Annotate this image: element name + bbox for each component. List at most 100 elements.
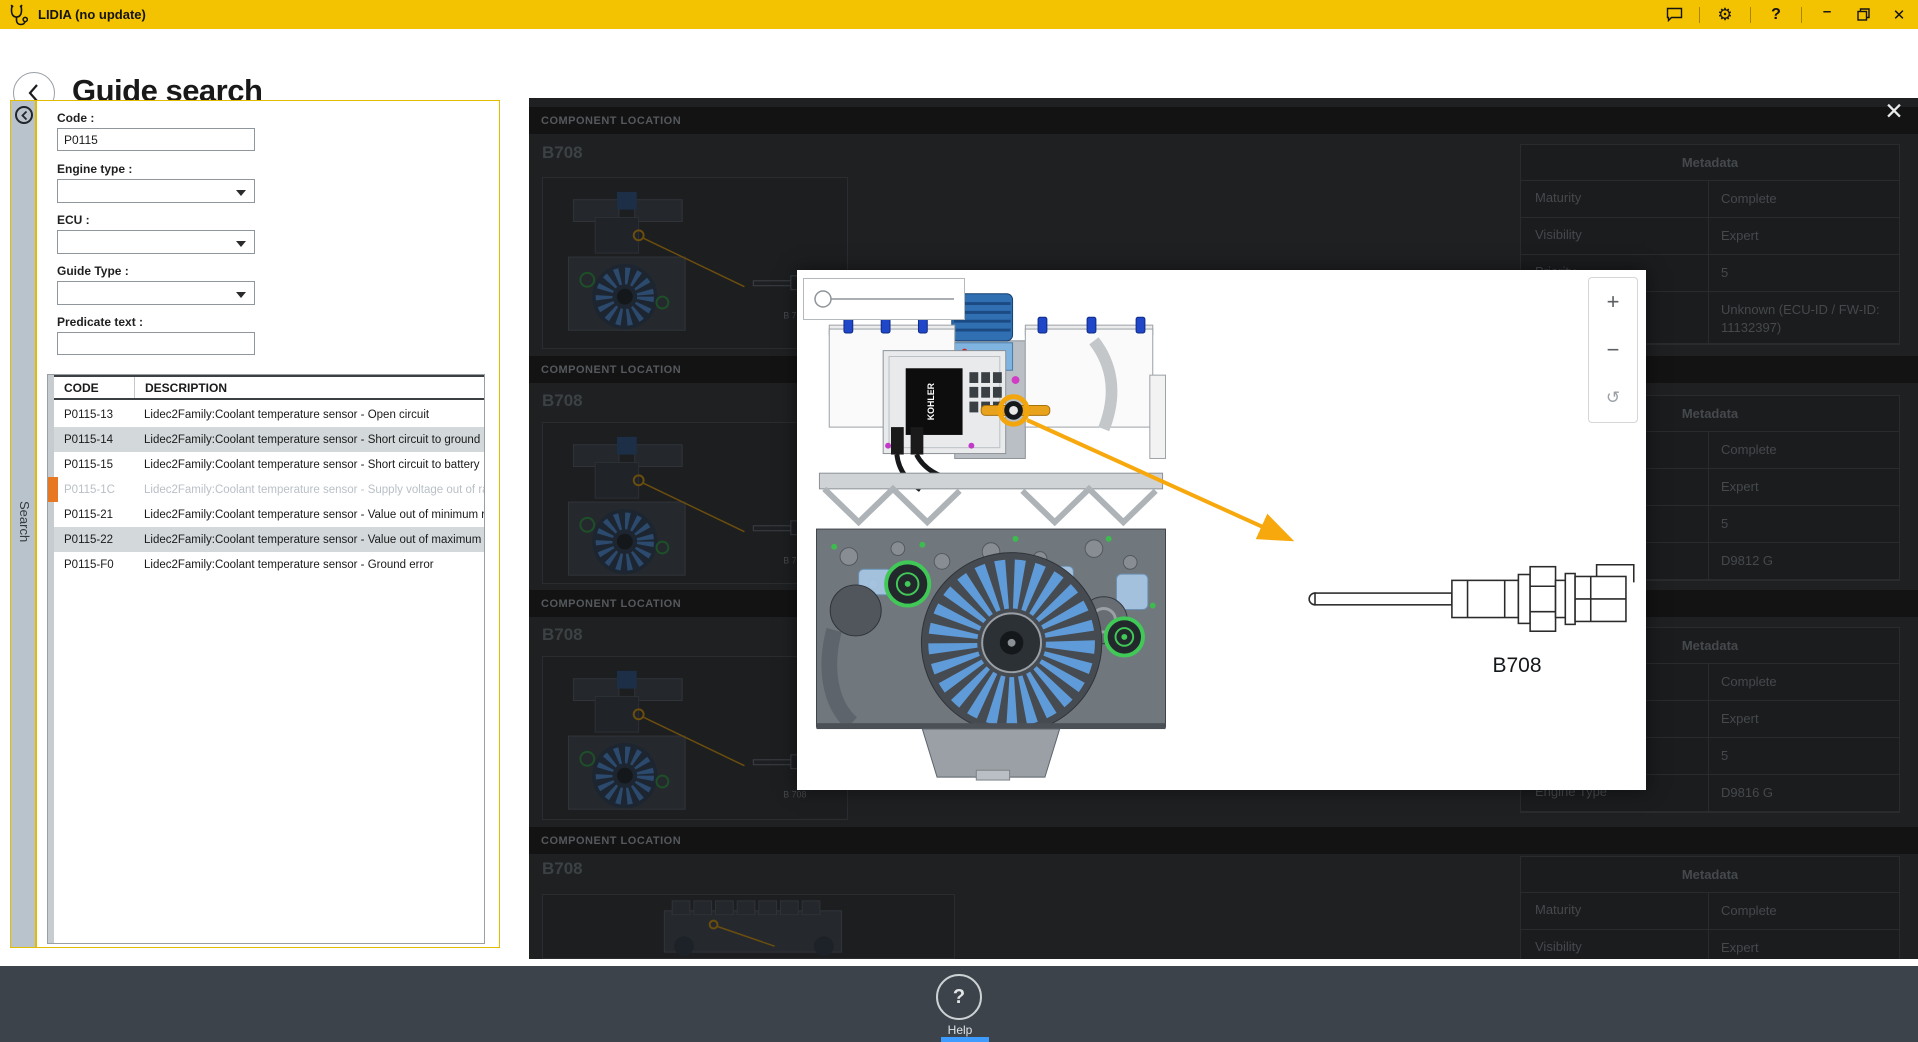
help-label: Help <box>896 1023 1024 1037</box>
row-code: P0115-15 <box>54 459 134 471</box>
zoom-in-button[interactable]: + <box>1589 278 1637 326</box>
help-button[interactable]: ? <box>936 974 982 1020</box>
component-id-heading: B708 <box>542 391 583 411</box>
metadata-value: Complete <box>1709 181 1899 217</box>
search-panel: Search Code : Engine type : ECU : Guide … <box>10 100 500 948</box>
metadata-value: Complete <box>1709 893 1899 929</box>
metadata-value: 5 <box>1709 506 1899 542</box>
titlebar-help-icon[interactable]: ? <box>1765 4 1787 26</box>
window-close-button[interactable]: ✕ <box>1888 4 1910 26</box>
titlebar-divider <box>1699 7 1700 23</box>
metadata-label: Visibility <box>1521 218 1709 254</box>
titlebar: LIDIA (no update) ⚙ ? – ✕ <box>0 0 1918 29</box>
engine-type-label: Engine type : <box>57 162 132 176</box>
table-row[interactable]: P0115-21Lidec2Family:Coolant temperature… <box>54 502 485 527</box>
component-id-heading: B708 <box>542 859 583 879</box>
titlebar-divider <box>1750 7 1751 23</box>
page-header: Guide search <box>0 29 1918 98</box>
metadata-value: D9812 G <box>1709 543 1899 579</box>
sensor-connector-drawing <box>1302 553 1637 641</box>
metadata-value: Unknown (ECU-ID / FW-ID: 11132397) <box>1709 292 1899 343</box>
table-header: CODE DESCRIPTION <box>54 375 485 400</box>
metadata-value: Expert <box>1709 218 1899 254</box>
row-description: Lidec2Family:Coolant temperature sensor … <box>134 434 485 446</box>
engine-front-view-image: KOHLER <box>801 282 1181 782</box>
metadata-value: Expert <box>1709 469 1899 505</box>
guide-type-label: Guide Type : <box>57 264 129 278</box>
image-zoom-controls: + − ↺ <box>1588 277 1638 423</box>
results-table: CODE DESCRIPTION P0115-13Lidec2Family:Co… <box>47 374 485 944</box>
metadata-value: Expert <box>1709 701 1899 737</box>
component-location-modal: KOHLER <box>797 270 1646 790</box>
stethoscope-logo-icon <box>8 4 28 26</box>
metadata-value: Complete <box>1709 664 1899 700</box>
code-input[interactable] <box>57 128 255 151</box>
metadata-row: MaturityComplete <box>1521 181 1899 218</box>
table-row[interactable]: P0115-14Lidec2Family:Coolant temperature… <box>54 427 485 452</box>
metadata-row: VisibilityExpert <box>1521 218 1899 255</box>
metadata-row: VisibilityExpert <box>1521 930 1899 959</box>
metadata-panel: MetadataMaturityCompleteVisibilityExpert <box>1520 856 1900 959</box>
row-code: P0115-21 <box>54 509 134 521</box>
row-description: Lidec2Family:Coolant temperature sensor … <box>134 509 485 521</box>
search-panel-collapse-strip[interactable]: Search <box>11 101 37 947</box>
svg-text:KOHLER: KOHLER <box>926 382 936 420</box>
chevron-down-icon <box>236 292 246 298</box>
table-row[interactable]: P0115-22Lidec2Family:Coolant temperature… <box>54 527 485 552</box>
titlebar-divider <box>1801 7 1802 23</box>
table-row[interactable]: P0115-F0Lidec2Family:Coolant temperature… <box>54 552 485 577</box>
table-row[interactable]: P0115-1CLidec2Family:Coolant temperature… <box>54 477 485 502</box>
ecu-dropdown[interactable] <box>57 230 255 254</box>
metadata-title: Metadata <box>1521 857 1899 893</box>
reset-view-button[interactable]: ↺ <box>1589 374 1637 422</box>
metadata-label: Maturity <box>1521 893 1709 929</box>
metadata-value: Expert <box>1709 930 1899 959</box>
row-description: Lidec2Family:Coolant temperature sensor … <box>134 484 485 496</box>
metadata-label: Visibility <box>1521 930 1709 959</box>
bottom-bar: ? Help <box>0 966 1918 1042</box>
taskbar-peek-indicator <box>941 1037 989 1042</box>
disabled-row-marker <box>48 477 58 502</box>
component-label: B708 <box>1437 654 1597 678</box>
row-code: P0115-1C <box>54 484 134 496</box>
metadata-label: Maturity <box>1521 181 1709 217</box>
metadata-value: 5 <box>1709 255 1899 291</box>
zoom-out-button[interactable]: − <box>1589 326 1637 374</box>
section-header-label: COMPONENT LOCATION <box>541 598 681 610</box>
table-row[interactable]: P0115-13Lidec2Family:Coolant temperature… <box>54 402 485 427</box>
component-id-heading: B708 <box>542 625 583 645</box>
metadata-value: Complete <box>1709 432 1899 468</box>
ecu-label: ECU : <box>57 213 90 227</box>
settings-gear-icon[interactable]: ⚙ <box>1714 4 1736 26</box>
feedback-icon[interactable] <box>1663 4 1685 26</box>
guide-type-dropdown[interactable] <box>57 281 255 305</box>
code-label: Code : <box>57 111 94 125</box>
component-location-thumbnail[interactable] <box>542 894 955 959</box>
collapse-panel-button[interactable] <box>15 106 33 124</box>
search-form: Code : Engine type : ECU : Guide Type : … <box>37 101 499 947</box>
callout-legend-box <box>803 278 965 320</box>
row-description: Lidec2Family:Coolant temperature sensor … <box>134 534 485 546</box>
close-icon[interactable]: ✕ <box>1879 96 1909 126</box>
app-title: LIDIA (no update) <box>38 7 146 22</box>
engine-type-dropdown[interactable] <box>57 179 255 203</box>
predicate-text-input[interactable] <box>57 332 255 355</box>
row-description: Lidec2Family:Coolant temperature sensor … <box>134 559 485 571</box>
restore-button[interactable] <box>1852 4 1874 26</box>
row-code: P0115-13 <box>54 409 134 421</box>
column-header-description: DESCRIPTION <box>134 377 227 398</box>
section-header-label: COMPONENT LOCATION <box>541 364 681 376</box>
row-description: Lidec2Family:Coolant temperature sensor … <box>134 409 485 421</box>
minimize-button[interactable]: – <box>1816 4 1838 26</box>
svg-text:B 708: B 708 <box>783 789 806 799</box>
section-header-bar: COMPONENT LOCATION <box>529 827 1918 854</box>
section-header-label: COMPONENT LOCATION <box>541 835 681 847</box>
component-id-heading: B708 <box>542 143 583 163</box>
section-header-bar: COMPONENT LOCATION <box>529 107 1918 134</box>
bottom-divider <box>0 959 1918 966</box>
chevron-down-icon <box>236 190 246 196</box>
section-header-label: COMPONENT LOCATION <box>541 115 681 127</box>
table-row[interactable]: P0115-15Lidec2Family:Coolant temperature… <box>54 452 485 477</box>
chevron-down-icon <box>236 241 246 247</box>
app-window: LIDIA (no update) ⚙ ? – ✕ Guide search <box>0 0 1918 1042</box>
